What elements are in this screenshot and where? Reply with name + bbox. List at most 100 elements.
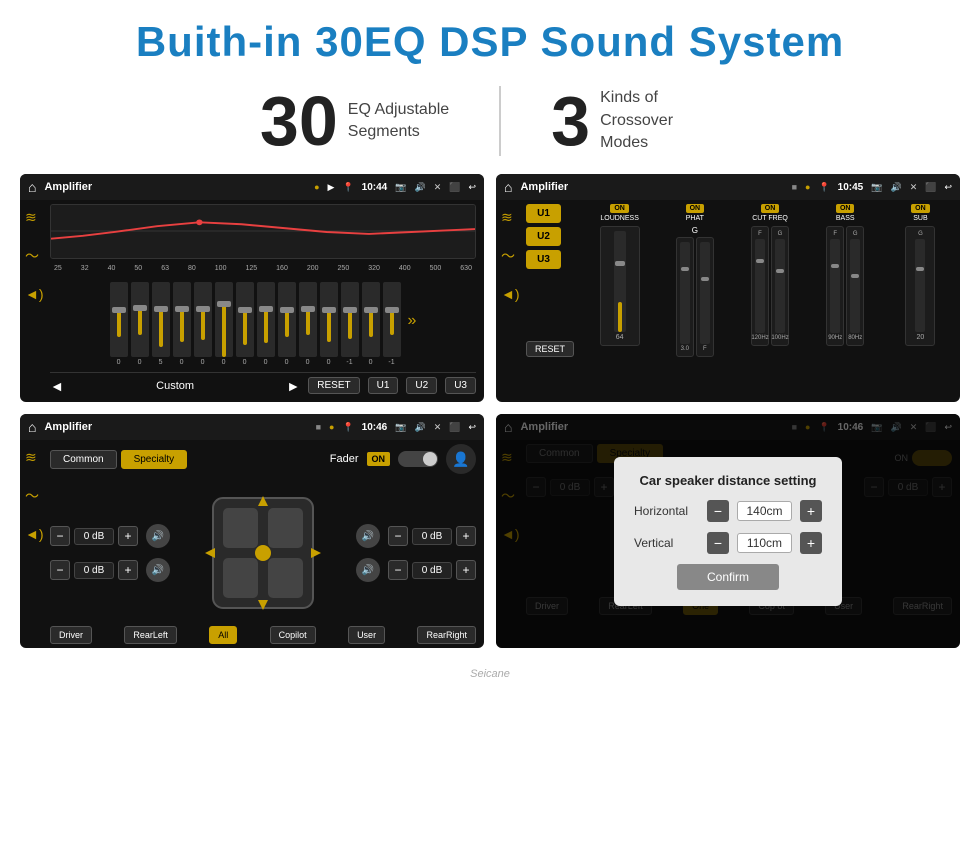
reset-btn[interactable]: RESET <box>308 377 359 394</box>
tab-specialty[interactable]: Specialty <box>121 450 188 469</box>
back-icon-3[interactable]: ↩ <box>468 422 476 433</box>
volume-icon[interactable]: 🔊 <box>414 182 425 193</box>
more-icon[interactable]: » <box>408 312 417 330</box>
next-btn[interactable]: ► <box>286 378 300 394</box>
topbar-3-time: 10:46 <box>362 422 388 433</box>
speaker-icon-bl: 🔊 <box>146 558 170 582</box>
bass-on[interactable]: ON <box>836 204 855 213</box>
eq-preset-label: Custom <box>72 380 279 392</box>
eq-sliders: 0 0 5 <box>50 276 476 366</box>
preset-u1[interactable]: U1 <box>526 204 561 223</box>
eq-icon-2[interactable]: ≋ <box>501 209 520 226</box>
btn-all[interactable]: All <box>209 626 237 644</box>
minimize-icon[interactable]: ⬛ <box>449 182 460 193</box>
eq-slider-1: 0 <box>110 282 128 366</box>
play-icon[interactable]: ▶ <box>328 182 335 193</box>
dot2-icon-3: ● <box>329 422 334 432</box>
eq-slider-6: 0 <box>215 282 233 366</box>
btn-driver[interactable]: Driver <box>50 626 92 644</box>
stat-eq-number: 30 <box>260 86 338 156</box>
volume-icon-3[interactable]: 🔊 <box>414 422 425 433</box>
eq-slider-13: 0 <box>362 282 380 366</box>
wave-icon-2[interactable]: 〜 <box>501 246 520 266</box>
eq-icon[interactable]: ≋ <box>25 209 44 226</box>
camera-icon[interactable]: 📷 <box>395 182 406 193</box>
back-icon-2[interactable]: ↩ <box>944 182 952 193</box>
fader-on-toggle[interactable]: ON <box>367 452 391 466</box>
eq-graph <box>50 204 476 259</box>
screen-distance: ⌂ Amplifier ■ ● 📍 10:46 📷 🔊 ✕ ⬛ ↩ ≋ 〜 ◄)… <box>496 414 960 648</box>
tab-common[interactable]: Common <box>50 450 117 469</box>
volume-left-icon[interactable]: ◄) <box>25 286 44 302</box>
dialog-horizontal-value: 140cm <box>737 501 792 521</box>
fader-slider[interactable] <box>398 451 438 467</box>
dialog-horizontal-plus[interactable]: + <box>800 500 822 522</box>
distance-content: Common Specialty ON − 0 dB + − 0 dB <box>496 440 960 619</box>
db-value-tr: 0 dB <box>412 528 452 545</box>
cutfreq-on[interactable]: ON <box>761 204 780 213</box>
fader-row: Fader ON 👤 <box>330 444 476 474</box>
btn-rearright[interactable]: RearRight <box>417 626 476 644</box>
channel-cutfreq: ON CUT FREQ F 120Hz G <box>734 204 805 357</box>
db-minus-bl[interactable]: − <box>50 560 70 580</box>
volume-left-icon-2[interactable]: ◄) <box>501 286 520 302</box>
sub-on[interactable]: ON <box>911 204 930 213</box>
back-icon[interactable]: ↩ <box>468 182 476 193</box>
u2-btn[interactable]: U2 <box>406 377 437 394</box>
crossover-reset[interactable]: RESET <box>526 341 574 357</box>
volume-icon-2[interactable]: 🔊 <box>890 182 901 193</box>
loudness-on[interactable]: ON <box>610 204 629 213</box>
eq-icon-3[interactable]: ≋ <box>25 449 44 466</box>
stat-crossover: 3 Kinds of Crossover Modes <box>501 86 770 156</box>
eq-freq-labels: 25 32 40 50 63 80 100 125 160 200 250 32… <box>50 265 476 272</box>
car-svg <box>203 488 323 618</box>
dialog-confirm-btn[interactable]: Confirm <box>677 564 779 590</box>
loudness-slider[interactable]: 64 <box>600 226 640 346</box>
u3-btn[interactable]: U3 <box>445 377 476 394</box>
dialog-vertical-plus[interactable]: + <box>800 532 822 554</box>
home-icon[interactable]: ⌂ <box>28 179 36 195</box>
minimize-icon-2[interactable]: ⬛ <box>925 182 936 193</box>
wave-icon-3[interactable]: 〜 <box>25 486 44 506</box>
u1-btn[interactable]: U1 <box>368 377 399 394</box>
eq-slider-8: 0 <box>257 282 275 366</box>
eq-slider-10: 0 <box>299 282 317 366</box>
dialog-vertical-value: 110cm <box>737 533 792 553</box>
db-plus-tl[interactable]: + <box>118 526 138 546</box>
camera-icon-2[interactable]: 📷 <box>871 182 882 193</box>
speaker-tabs: Common Specialty <box>50 450 187 469</box>
dialog-horizontal-minus[interactable]: − <box>707 500 729 522</box>
sub-slider[interactable]: G 20 <box>905 226 935 346</box>
speaker-icon-tl: 🔊 <box>146 524 170 548</box>
prev-btn[interactable]: ◄ <box>50 378 64 394</box>
home-icon-2[interactable]: ⌂ <box>504 179 512 195</box>
eq-left-icons: ≋ 〜 ◄) <box>25 209 44 302</box>
db-plus-bl[interactable]: + <box>118 560 138 580</box>
minimize-icon-3[interactable]: ⬛ <box>449 422 460 433</box>
preset-u2[interactable]: U2 <box>526 227 561 246</box>
preset-u3[interactable]: U3 <box>526 250 561 269</box>
topbar-3-title: Amplifier <box>44 421 307 433</box>
record-icon-2: ■ <box>792 182 797 192</box>
loudness-handle[interactable] <box>615 261 625 266</box>
close-icon-3[interactable]: ✕ <box>434 422 442 433</box>
btn-rearleft[interactable]: RearLeft <box>124 626 177 644</box>
home-icon-3[interactable]: ⌂ <box>28 419 36 435</box>
db-minus-br[interactable]: − <box>388 560 408 580</box>
dialog-vertical-minus[interactable]: − <box>707 532 729 554</box>
stats-row: 30 EQ Adjustable Segments 3 Kinds of Cro… <box>0 76 980 174</box>
camera-icon-3[interactable]: 📷 <box>395 422 406 433</box>
phat-sliders: 3.0 F <box>676 237 714 357</box>
btn-copilot[interactable]: Copilot <box>270 626 316 644</box>
phat-on[interactable]: ON <box>686 204 705 213</box>
db-plus-br[interactable]: + <box>456 560 476 580</box>
db-plus-tr[interactable]: + <box>456 526 476 546</box>
db-minus-tl[interactable]: − <box>50 526 70 546</box>
db-minus-tr[interactable]: − <box>388 526 408 546</box>
close-icon[interactable]: ✕ <box>434 182 442 193</box>
btn-user[interactable]: User <box>348 626 385 644</box>
volume-left-icon-3[interactable]: ◄) <box>25 526 44 542</box>
wave-icon[interactable]: 〜 <box>25 246 44 266</box>
close-icon-2[interactable]: ✕ <box>910 182 918 193</box>
db-value-bl: 0 dB <box>74 562 114 579</box>
